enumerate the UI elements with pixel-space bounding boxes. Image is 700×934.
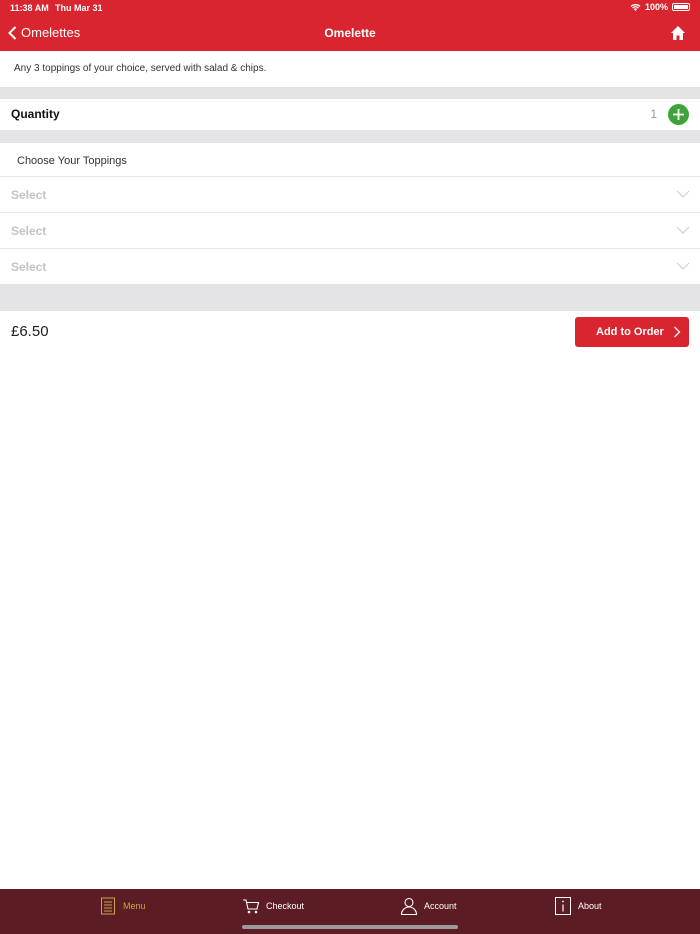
battery-percent: 100% (644, 2, 668, 12)
tab-label: Menu (123, 901, 146, 911)
tab-account[interactable]: Account (400, 897, 457, 915)
menu-icon (101, 897, 115, 915)
quantity-row: Quantity 1 (0, 99, 700, 130)
toppings-heading: Choose Your Toppings (0, 143, 700, 177)
info-icon (555, 897, 571, 915)
item-description: Any 3 toppings of your choice, served wi… (0, 51, 700, 87)
wifi-icon (630, 4, 641, 11)
chevron-right-icon (674, 326, 681, 338)
price-value: £6.50 (11, 323, 49, 340)
tab-label: Checkout (266, 901, 305, 911)
plus-icon (673, 109, 684, 120)
status-indicators: 100% (630, 2, 690, 12)
quantity-label: Quantity (11, 107, 60, 121)
topping-select-2[interactable]: Select (0, 213, 700, 249)
status-time: 11:38 AM (10, 3, 49, 13)
select-placeholder: Select (11, 224, 47, 238)
section-divider (0, 87, 700, 99)
home-icon[interactable] (670, 25, 686, 41)
tab-checkout[interactable]: Checkout (242, 897, 304, 915)
topping-select-3[interactable]: Select (0, 249, 700, 285)
person-icon (400, 897, 418, 915)
section-divider (0, 284, 700, 311)
price-row: £6.50 Add to Order (0, 311, 700, 354)
home-indicator[interactable] (242, 925, 458, 929)
tab-label: About (578, 901, 602, 911)
select-placeholder: Select (11, 260, 47, 274)
section-divider (0, 130, 700, 143)
chevron-down-icon (676, 262, 690, 270)
add-to-order-label: Add to Order (596, 326, 664, 338)
top-bar: 11:38 AM Thu Mar 31 100% Omelettes Omele… (0, 0, 700, 51)
cart-icon (243, 899, 260, 914)
tab-menu[interactable]: Menu (99, 897, 146, 915)
tab-about[interactable]: About (554, 897, 602, 915)
battery-icon (672, 3, 690, 11)
add-to-order-button[interactable]: Add to Order (575, 317, 689, 347)
select-placeholder: Select (11, 188, 47, 202)
chevron-down-icon (676, 226, 690, 234)
chevron-down-icon (676, 190, 690, 198)
increase-quantity-button[interactable] (668, 104, 689, 125)
status-date: Thu Mar 31 (55, 3, 103, 13)
topping-select-1[interactable]: Select (0, 177, 700, 213)
tab-label: Account (424, 901, 457, 911)
quantity-value: 1 (650, 107, 657, 121)
page-title: Omelette (324, 26, 376, 40)
